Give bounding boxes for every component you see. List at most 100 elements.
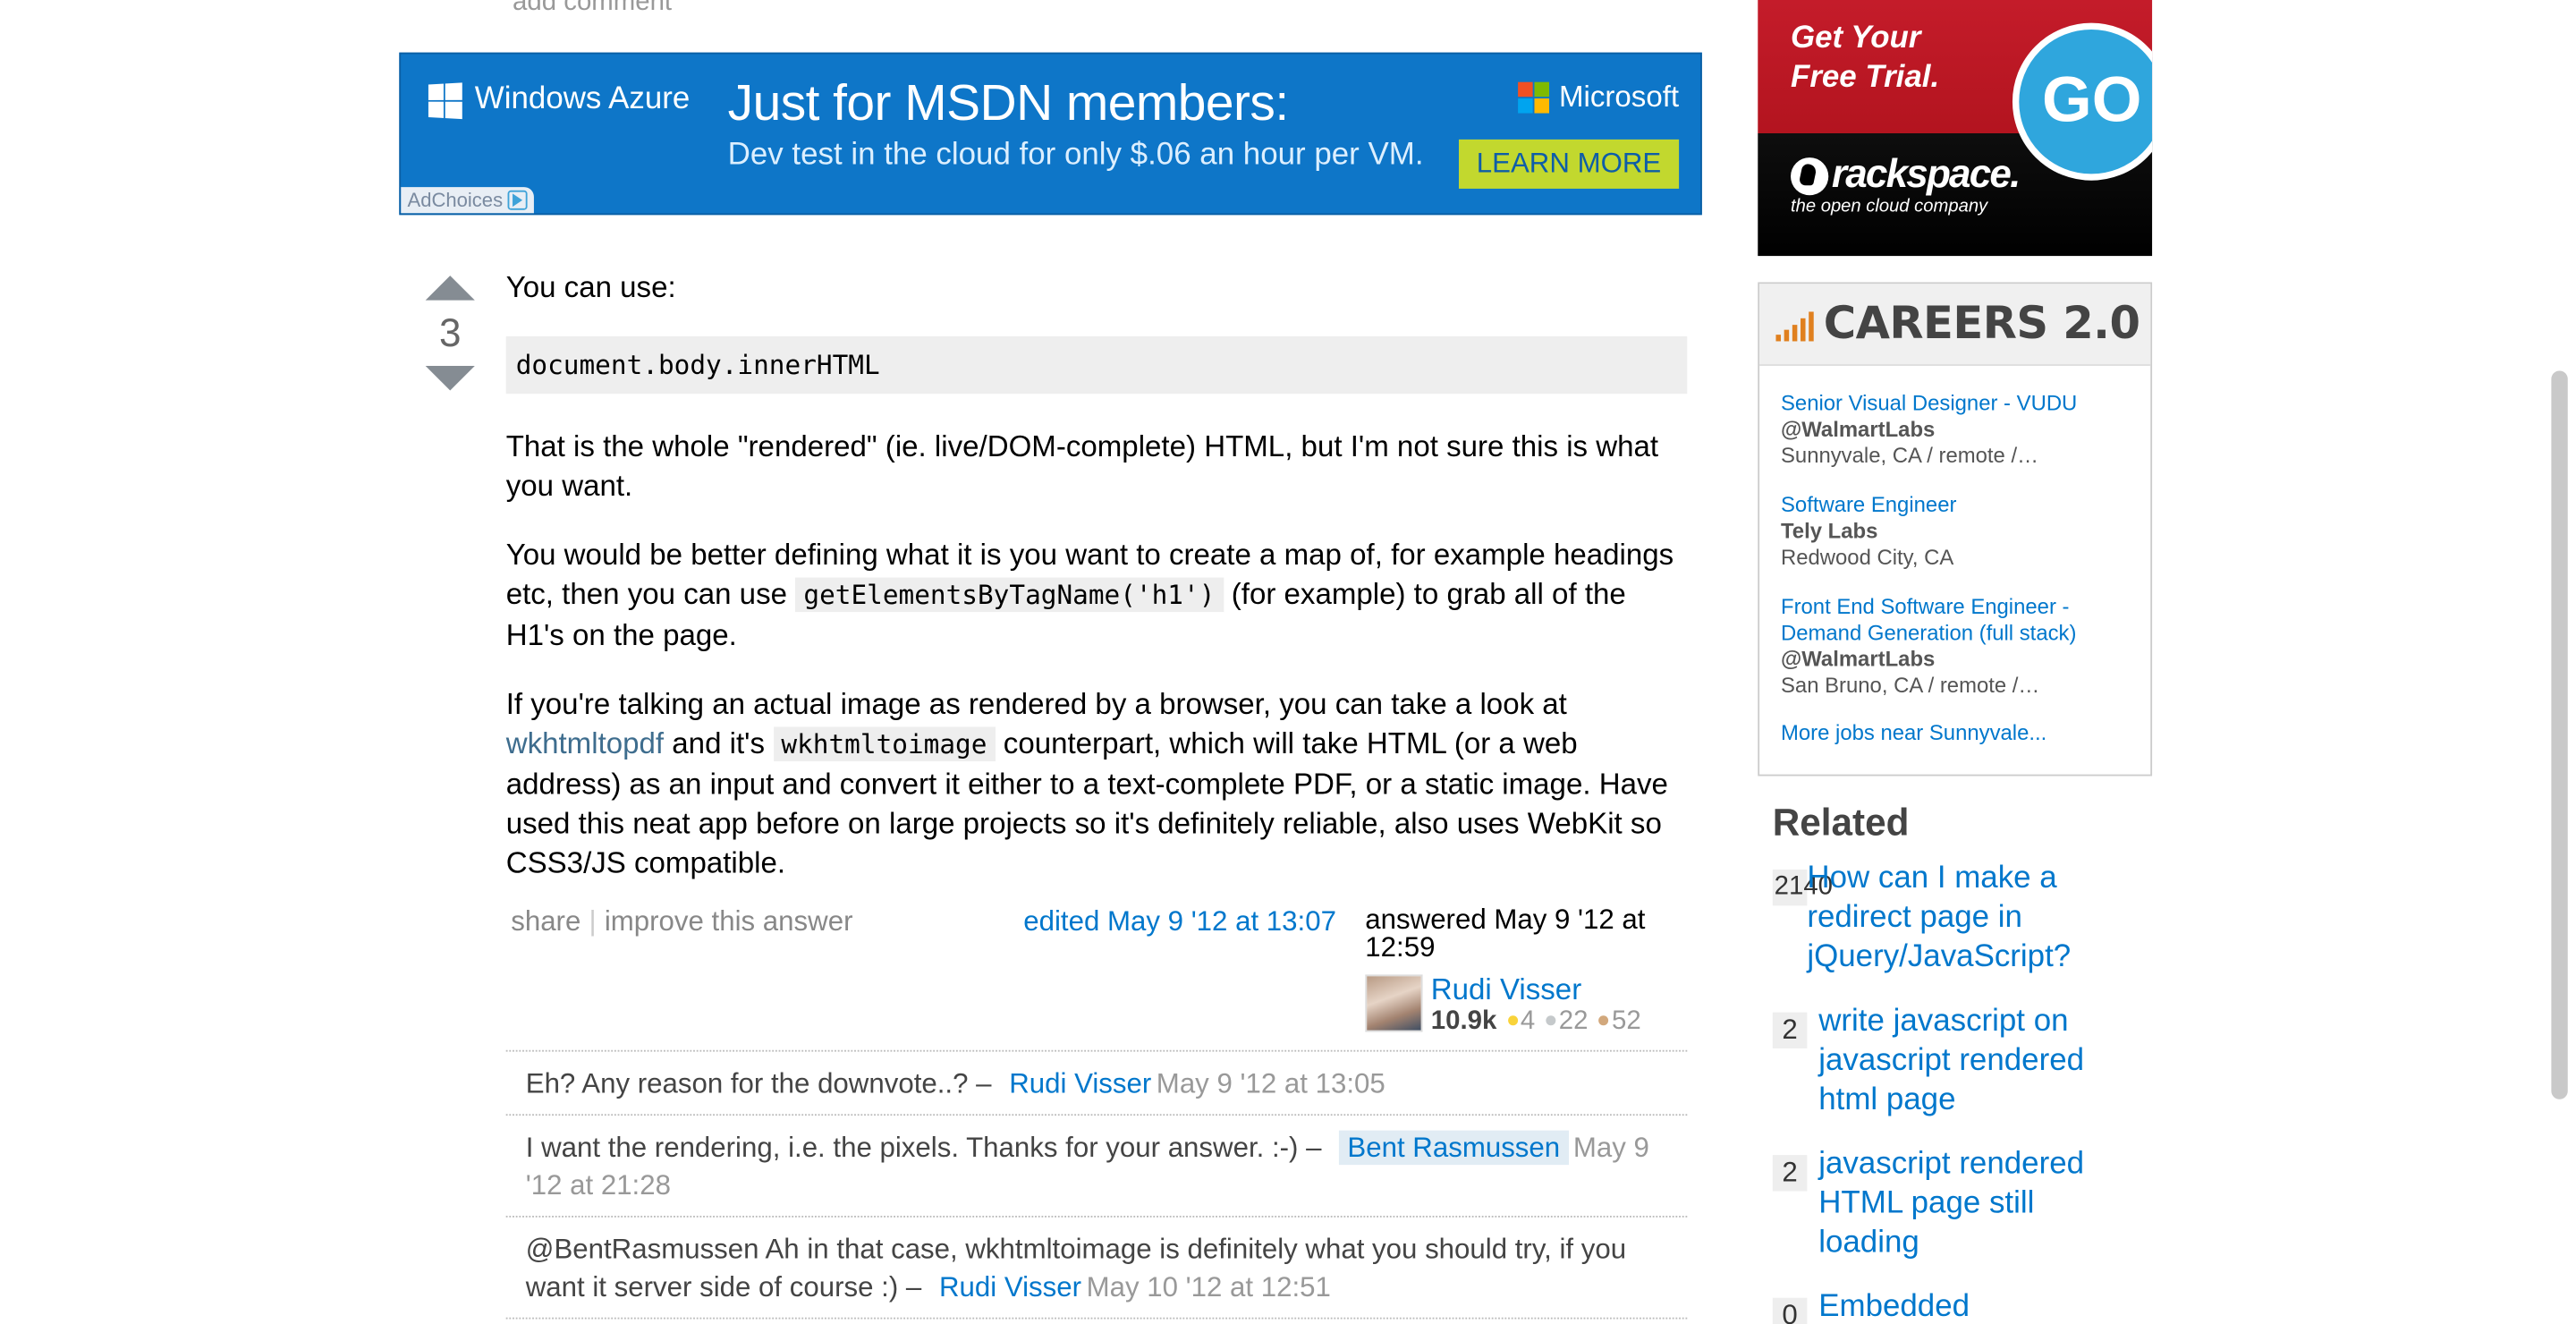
adchoices-label: AdChoices (407, 188, 504, 212)
answer-body: You can use: document.body.innerHTML Tha… (505, 267, 1688, 912)
gold-badge-icon (1507, 1014, 1518, 1025)
go-button[interactable]: GO (2012, 22, 2153, 181)
signal-bars-icon (1775, 308, 1814, 341)
related-list: 2140 How can I make a redirect page in j… (1772, 860, 2134, 1324)
inline-code: getElementsByTagName('h1') (795, 577, 1224, 613)
bronze-badge-icon (1598, 1014, 1609, 1025)
careers-widget: CAREERS 2.0 Senior Visual Designer - VUD… (1758, 282, 2153, 777)
related-item: 2140 How can I make a redirect page in j… (1772, 860, 2134, 978)
vote-cell: 3 (424, 276, 477, 391)
answer-paragraph-1: That is the whole "rendered" (ie. live/D… (505, 429, 1659, 503)
windows-flag-icon (428, 81, 462, 119)
user-info: Rudi Visser 10.9k 4 22 52 (1431, 974, 1641, 1039)
comment: Eh? Any reason for the downvote..? – Rud… (505, 1052, 1688, 1116)
comment-user-link[interactable]: Rudi Visser (939, 1271, 1081, 1303)
comment-date[interactable]: May 9 '12 at 13:05 (1157, 1068, 1385, 1099)
share-link[interactable]: share (511, 905, 580, 938)
comment-text: I want the rendering, i.e. the pixels. T… (525, 1132, 1330, 1164)
azure-headline: Just for MSDN members: (727, 73, 1290, 132)
adchoices-icon (507, 190, 528, 210)
adchoices-link[interactable]: AdChoices (401, 187, 534, 214)
more-jobs-link[interactable]: More jobs near Sunnyvale... (1781, 720, 2129, 745)
azure-brand-text: Windows Azure (474, 81, 691, 117)
rackspace-trial-text: Get Your Free Trial. (1791, 20, 1939, 98)
rackspace-tagline: the open cloud company (1791, 197, 1988, 217)
job-item: Software Engineer Tely Labs Redwood City… (1781, 492, 2129, 571)
job-title-link[interactable]: Front End Software Engineer - Demand Gen… (1781, 594, 2129, 647)
answer-paragraph-2: You would be better defining what it is … (506, 535, 1688, 655)
job-location: San Bruno, CA / remote /… (1780, 672, 2040, 698)
menu-separator: | (589, 905, 597, 938)
avatar[interactable] (1365, 974, 1423, 1032)
related-item: 2 javascript rendered HTML page still lo… (1772, 1145, 2134, 1263)
improve-answer-link[interactable]: improve this answer (605, 905, 853, 938)
comment-date[interactable]: May 10 '12 at 12:51 (1087, 1271, 1331, 1303)
comment-user-link[interactable]: Rudi Visser (1009, 1068, 1151, 1099)
rackspace-logo-text: rackspace. (1831, 152, 2021, 198)
comment: @BentRasmussen Ah in that case, wkhtmlto… (505, 1218, 1688, 1320)
learn-more-button[interactable]: LEARN MORE (1458, 139, 1680, 189)
silver-badge-icon (1546, 1014, 1556, 1025)
related-score: 2 (1772, 1155, 1808, 1192)
answer-paragraph-3: If you're talking an actual image as ren… (506, 684, 1688, 883)
job-location: Sunnyvale, CA / remote /… (1780, 443, 2038, 468)
bronze-badge-count: 52 (1612, 1007, 1641, 1036)
page: add comment Windows Azure Just for MSDN … (0, 0, 2576, 1324)
job-item: Front End Software Engineer - Demand Gen… (1781, 594, 2129, 699)
careers-title: CAREERS 2.0 (1823, 298, 2140, 350)
job-company: @WalmartLabs (1780, 416, 1936, 442)
related-score: 2 (1772, 1012, 1808, 1048)
job-item: Senior Visual Designer - VUDU @WalmartLa… (1781, 390, 2129, 469)
user-reputation: 10.9k 4 22 52 (1431, 1006, 1641, 1039)
related-score: 0 (1772, 1297, 1808, 1324)
azure-subline: Dev test in the cloud for only $.06 an h… (727, 138, 1424, 173)
windows-azure-logo: Windows Azure (428, 81, 691, 119)
job-title-link[interactable]: Senior Visual Designer - VUDU (1781, 390, 2129, 416)
inline-code: wkhtmltoimage (773, 726, 996, 761)
post-menu: share | improve this answer (511, 905, 852, 938)
careers-header[interactable]: CAREERS 2.0 (1759, 284, 2151, 366)
p3-text-a: If you're talking an actual image as ren… (505, 687, 1567, 721)
comment-user-link[interactable]: Bent Rasmussen (1339, 1130, 1569, 1166)
wkhtmltopdf-link[interactable]: wkhtmltopdf (506, 726, 664, 760)
related-question-link[interactable]: Embedded (1818, 1288, 1970, 1324)
trial-line-2: Free Trial. (1791, 60, 1940, 96)
vote-count: 3 (438, 311, 462, 356)
reputation-score: 10.9k (1430, 1007, 1497, 1036)
code-block: document.body.innerHTML (505, 335, 1688, 395)
microsoft-text: Microsoft (1558, 80, 1680, 114)
related-question-link[interactable]: write javascript on javascript rendered … (1818, 1003, 2134, 1121)
related-question-link[interactable]: How can I make a redirect page in jQuery… (1807, 860, 2134, 978)
microsoft-squares-icon (1518, 81, 1549, 114)
answer-intro: You can use: (505, 270, 676, 304)
comment: I want the rendering, i.e. the pixels. T… (505, 1116, 1688, 1218)
job-list: Senior Visual Designer - VUDU @WalmartLa… (1759, 366, 2150, 745)
add-comment-link[interactable]: add comment (513, 0, 672, 18)
job-location: Redwood City, CA (1780, 544, 1954, 570)
comments-list: Eh? Any reason for the downvote..? – Rud… (505, 1049, 1688, 1320)
job-title-link[interactable]: Software Engineer (1781, 492, 2129, 518)
job-company: Tely Labs (1780, 518, 1878, 544)
related-question-link[interactable]: javascript rendered HTML page still load… (1818, 1145, 2134, 1263)
gold-badge-count: 4 (1520, 1007, 1536, 1036)
vote-up-icon[interactable] (425, 276, 475, 301)
rackspace-logo-icon (1791, 157, 1829, 195)
comment-text: Eh? Any reason for the downvote..? – (525, 1067, 1000, 1099)
answered-timestamp: answered May 9 '12 at 12:59 (1365, 904, 1646, 963)
related-item: 2 write javascript on javascript rendere… (1772, 1003, 2134, 1121)
trial-line-1: Get Your (1791, 21, 1921, 56)
rackspace-ad[interactable]: Get Your Free Trial. GO rackspace. the o… (1758, 0, 2153, 257)
microsoft-logo: Microsoft (1518, 81, 1679, 115)
related-heading: Related (1772, 800, 1910, 844)
rackspace-logo: rackspace. (1791, 152, 2021, 199)
scrollbar-thumb[interactable] (2551, 370, 2568, 1099)
edited-timestamp-link[interactable]: edited May 9 '12 at 13:07 (1023, 905, 1336, 938)
user-name-link[interactable]: Rudi Visser (1431, 974, 1641, 1004)
related-item: 0 Embedded (1772, 1288, 2134, 1324)
user-card: Rudi Visser 10.9k 4 22 52 (1365, 974, 1641, 1039)
azure-ad-banner[interactable]: Windows Azure Just for MSDN members: Dev… (399, 52, 1702, 216)
silver-badge-count: 22 (1558, 1007, 1589, 1036)
related-score: 2140 (1772, 870, 1833, 906)
p3-text-b: and it's (664, 726, 774, 760)
vote-down-icon[interactable] (425, 365, 475, 391)
